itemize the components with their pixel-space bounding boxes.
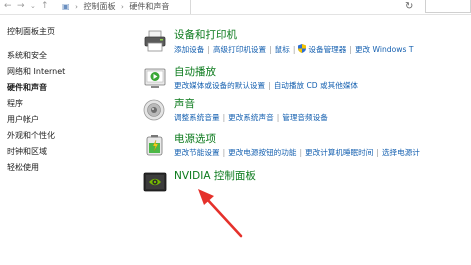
category-title-power-options[interactable]: 电源选项 bbox=[174, 133, 216, 146]
category-devices-printers: 设备和打印机 添加设备 | 高级打印机设置 | 鼠标 | 设备管理器 | 更改 Windows … bbox=[143, 29, 471, 63]
category-title-autoplay[interactable]: 自动播放 bbox=[174, 66, 216, 79]
back-arrow-icon[interactable]: ← bbox=[4, 2, 12, 11]
sidebar-item-clock-region[interactable]: 时钟和区域 bbox=[7, 147, 47, 157]
link-adjust-volume[interactable]: 调整系统音量 bbox=[174, 113, 220, 122]
link-change-default-settings[interactable]: 更改媒体或设备的默认设置 bbox=[174, 81, 265, 90]
printer-icon[interactable] bbox=[143, 29, 167, 53]
breadcrumb-control-panel[interactable]: 控制面板 bbox=[83, 2, 115, 11]
sidebar-item-ease-of-access[interactable]: 轻松使用 bbox=[7, 163, 39, 173]
link-mouse[interactable]: 鼠标 bbox=[275, 45, 290, 54]
sidebar-item-control-panel-home[interactable]: 控制面板主页 bbox=[7, 27, 55, 37]
link-change-windows[interactable]: 更改 Windows T bbox=[355, 45, 414, 54]
sidebar-item-network-internet[interactable]: 网络和 Internet bbox=[7, 67, 65, 77]
search-input[interactable] bbox=[425, 0, 471, 13]
history-dropdown-icon[interactable]: ⌄ bbox=[30, 2, 36, 11]
link-choose-power-plan[interactable]: 选择电源计 bbox=[382, 148, 420, 157]
refresh-icon[interactable]: ↻ bbox=[405, 1, 413, 12]
folder-icon: ▣ bbox=[62, 2, 70, 11]
battery-icon[interactable] bbox=[143, 133, 167, 157]
address-bar: ← → ⌄ ↑ ▣ › 控制面板 › 硬件和声音 ↻ bbox=[0, 0, 471, 15]
address-divider bbox=[190, 0, 191, 14]
sidebar-item-system-security[interactable]: 系统和安全 bbox=[7, 51, 47, 61]
category-sound: 声音 调整系统音量 | 更改系统声音 | 管理音频设备 bbox=[143, 98, 471, 132]
link-add-device[interactable]: 添加设备 bbox=[174, 45, 204, 54]
category-title-nvidia[interactable]: NVIDIA 控制面板 bbox=[174, 170, 256, 183]
sidebar-item-user-accounts[interactable]: 用户帐户 bbox=[7, 115, 39, 125]
sidebar-item-appearance[interactable]: 外观和个性化 bbox=[7, 131, 55, 141]
category-title-devices-printers[interactable]: 设备和打印机 bbox=[174, 29, 237, 42]
category-links: 添加设备 | 高级打印机设置 | 鼠标 | 设备管理器 | 更改 Windows T bbox=[174, 44, 414, 54]
link-change-sleep-time[interactable]: 更改计算机睡眠时间 bbox=[305, 148, 373, 157]
category-links: 调整系统音量 | 更改系统声音 | 管理音频设备 bbox=[174, 113, 328, 122]
category-links: 更改媒体或设备的默认设置 | 自动播放 CD 或其他媒体 bbox=[174, 81, 359, 90]
nvidia-icon[interactable] bbox=[143, 170, 167, 194]
uac-shield-icon bbox=[298, 44, 307, 53]
category-power-options: 电源选项 更改节能设置 | 更改电源按钮的功能 | 更改计算机睡眠时间 | 选择电源计 bbox=[143, 133, 471, 167]
forward-arrow-icon[interactable]: → bbox=[17, 2, 25, 11]
link-change-power-saving[interactable]: 更改节能设置 bbox=[174, 148, 220, 157]
link-device-manager[interactable]: 设备管理器 bbox=[308, 45, 346, 54]
link-power-button-function[interactable]: 更改电源按钮的功能 bbox=[228, 148, 296, 157]
autoplay-icon[interactable] bbox=[143, 66, 167, 90]
category-autoplay: 自动播放 更改媒体或设备的默认设置 | 自动播放 CD 或其他媒体 bbox=[143, 66, 471, 100]
up-arrow-icon[interactable]: ↑ bbox=[41, 2, 49, 11]
speaker-icon[interactable] bbox=[143, 98, 167, 122]
sidebar-item-programs[interactable]: 程序 bbox=[7, 99, 23, 109]
breadcrumb: ▣ › 控制面板 › 硬件和声音 bbox=[62, 2, 170, 11]
link-autoplay-cd[interactable]: 自动播放 CD 或其他媒体 bbox=[274, 81, 358, 90]
sidebar-item-hardware-sound[interactable]: 硬件和声音 bbox=[7, 83, 47, 93]
breadcrumb-hardware-and-sound[interactable]: 硬件和声音 bbox=[129, 2, 169, 11]
link-change-system-sounds[interactable]: 更改系统声音 bbox=[228, 113, 274, 122]
category-title-sound[interactable]: 声音 bbox=[174, 98, 195, 111]
link-advanced-printer-setup[interactable]: 高级打印机设置 bbox=[213, 45, 266, 54]
category-nvidia: NVIDIA 控制面板 bbox=[143, 170, 471, 204]
link-manage-audio-devices[interactable]: 管理音频设备 bbox=[282, 113, 328, 122]
category-links: 更改节能设置 | 更改电源按钮的功能 | 更改计算机睡眠时间 | 选择电源计 bbox=[174, 148, 420, 157]
